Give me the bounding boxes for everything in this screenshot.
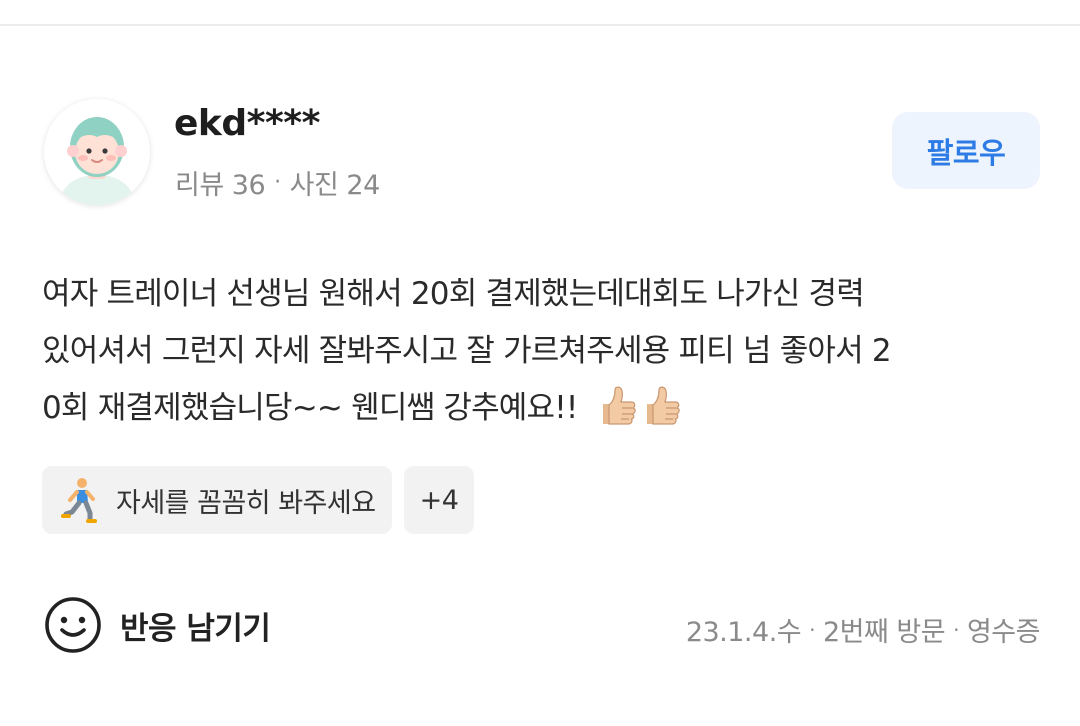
meta-separator: · — [953, 617, 959, 642]
verification-type[interactable]: 영수증 — [967, 610, 1041, 649]
review-line-text: 0회 재결제했습니당~~ 웬디쌤 강추예요!! — [42, 390, 578, 426]
thumbs-up-icon — [646, 386, 680, 425]
visit-date: 23.1.4.수 — [685, 617, 802, 648]
leave-reaction-button[interactable]: 반응 남기기 — [44, 596, 271, 654]
review-line: 있어셔서 그런지 자세 잘봐주시고 잘 가르쳐주세용 피티 넘 좋아서 2 — [42, 333, 892, 369]
visit-count: 2번째 방문 — [822, 617, 946, 648]
visit-meta: 23.1.4.수 · 2번째 방문 · 영수증 — [685, 610, 1041, 649]
follow-button[interactable]: 팔로우 — [892, 112, 1040, 189]
review-count: 리뷰 36 — [175, 170, 266, 201]
reviewer-avatar[interactable] — [44, 99, 150, 205]
lunge-exercise-icon — [60, 476, 100, 524]
reviewer-profile: ekd**** 리뷰 36 · 사진 24 — [44, 99, 1040, 209]
review-line: 여자 트레이너 선생님 원해서 20회 결제했는데대회도 나가신 경력 — [42, 276, 865, 312]
stats-separator: · — [274, 170, 281, 195]
review-footer: 반응 남기기 23.1.4.수 · 2번째 방문 · 영수증 — [44, 596, 1041, 656]
top-divider — [0, 0, 1080, 26]
keyword-tag-posture[interactable]: 자세를 꼼꼼히 봐주세요 — [42, 466, 392, 534]
keyword-tags: 자세를 꼼꼼히 봐주세요 +4 — [42, 466, 475, 534]
smiley-icon — [44, 596, 102, 654]
reviewer-name[interactable]: ekd**** — [174, 103, 320, 144]
reviewer-stats: 리뷰 36 · 사진 24 — [175, 163, 380, 202]
avatar-illustration-icon — [44, 99, 150, 205]
keyword-tag-label: 자세를 꼼꼼히 봐주세요 — [116, 487, 376, 519]
leave-reaction-label: 반응 남기기 — [120, 610, 271, 647]
review-line: 0회 재결제했습니당~~ 웬디쌤 강추예요!! — [42, 380, 1042, 437]
more-tags-button[interactable]: +4 — [403, 466, 475, 534]
photo-count: 사진 24 — [289, 170, 381, 201]
thumbs-up-icon — [602, 386, 636, 425]
meta-separator: · — [809, 617, 815, 642]
review-body[interactable]: 여자 트레이너 선생님 원해서 20회 결제했는데대회도 나가신 경력 있어셔서… — [42, 266, 1042, 437]
